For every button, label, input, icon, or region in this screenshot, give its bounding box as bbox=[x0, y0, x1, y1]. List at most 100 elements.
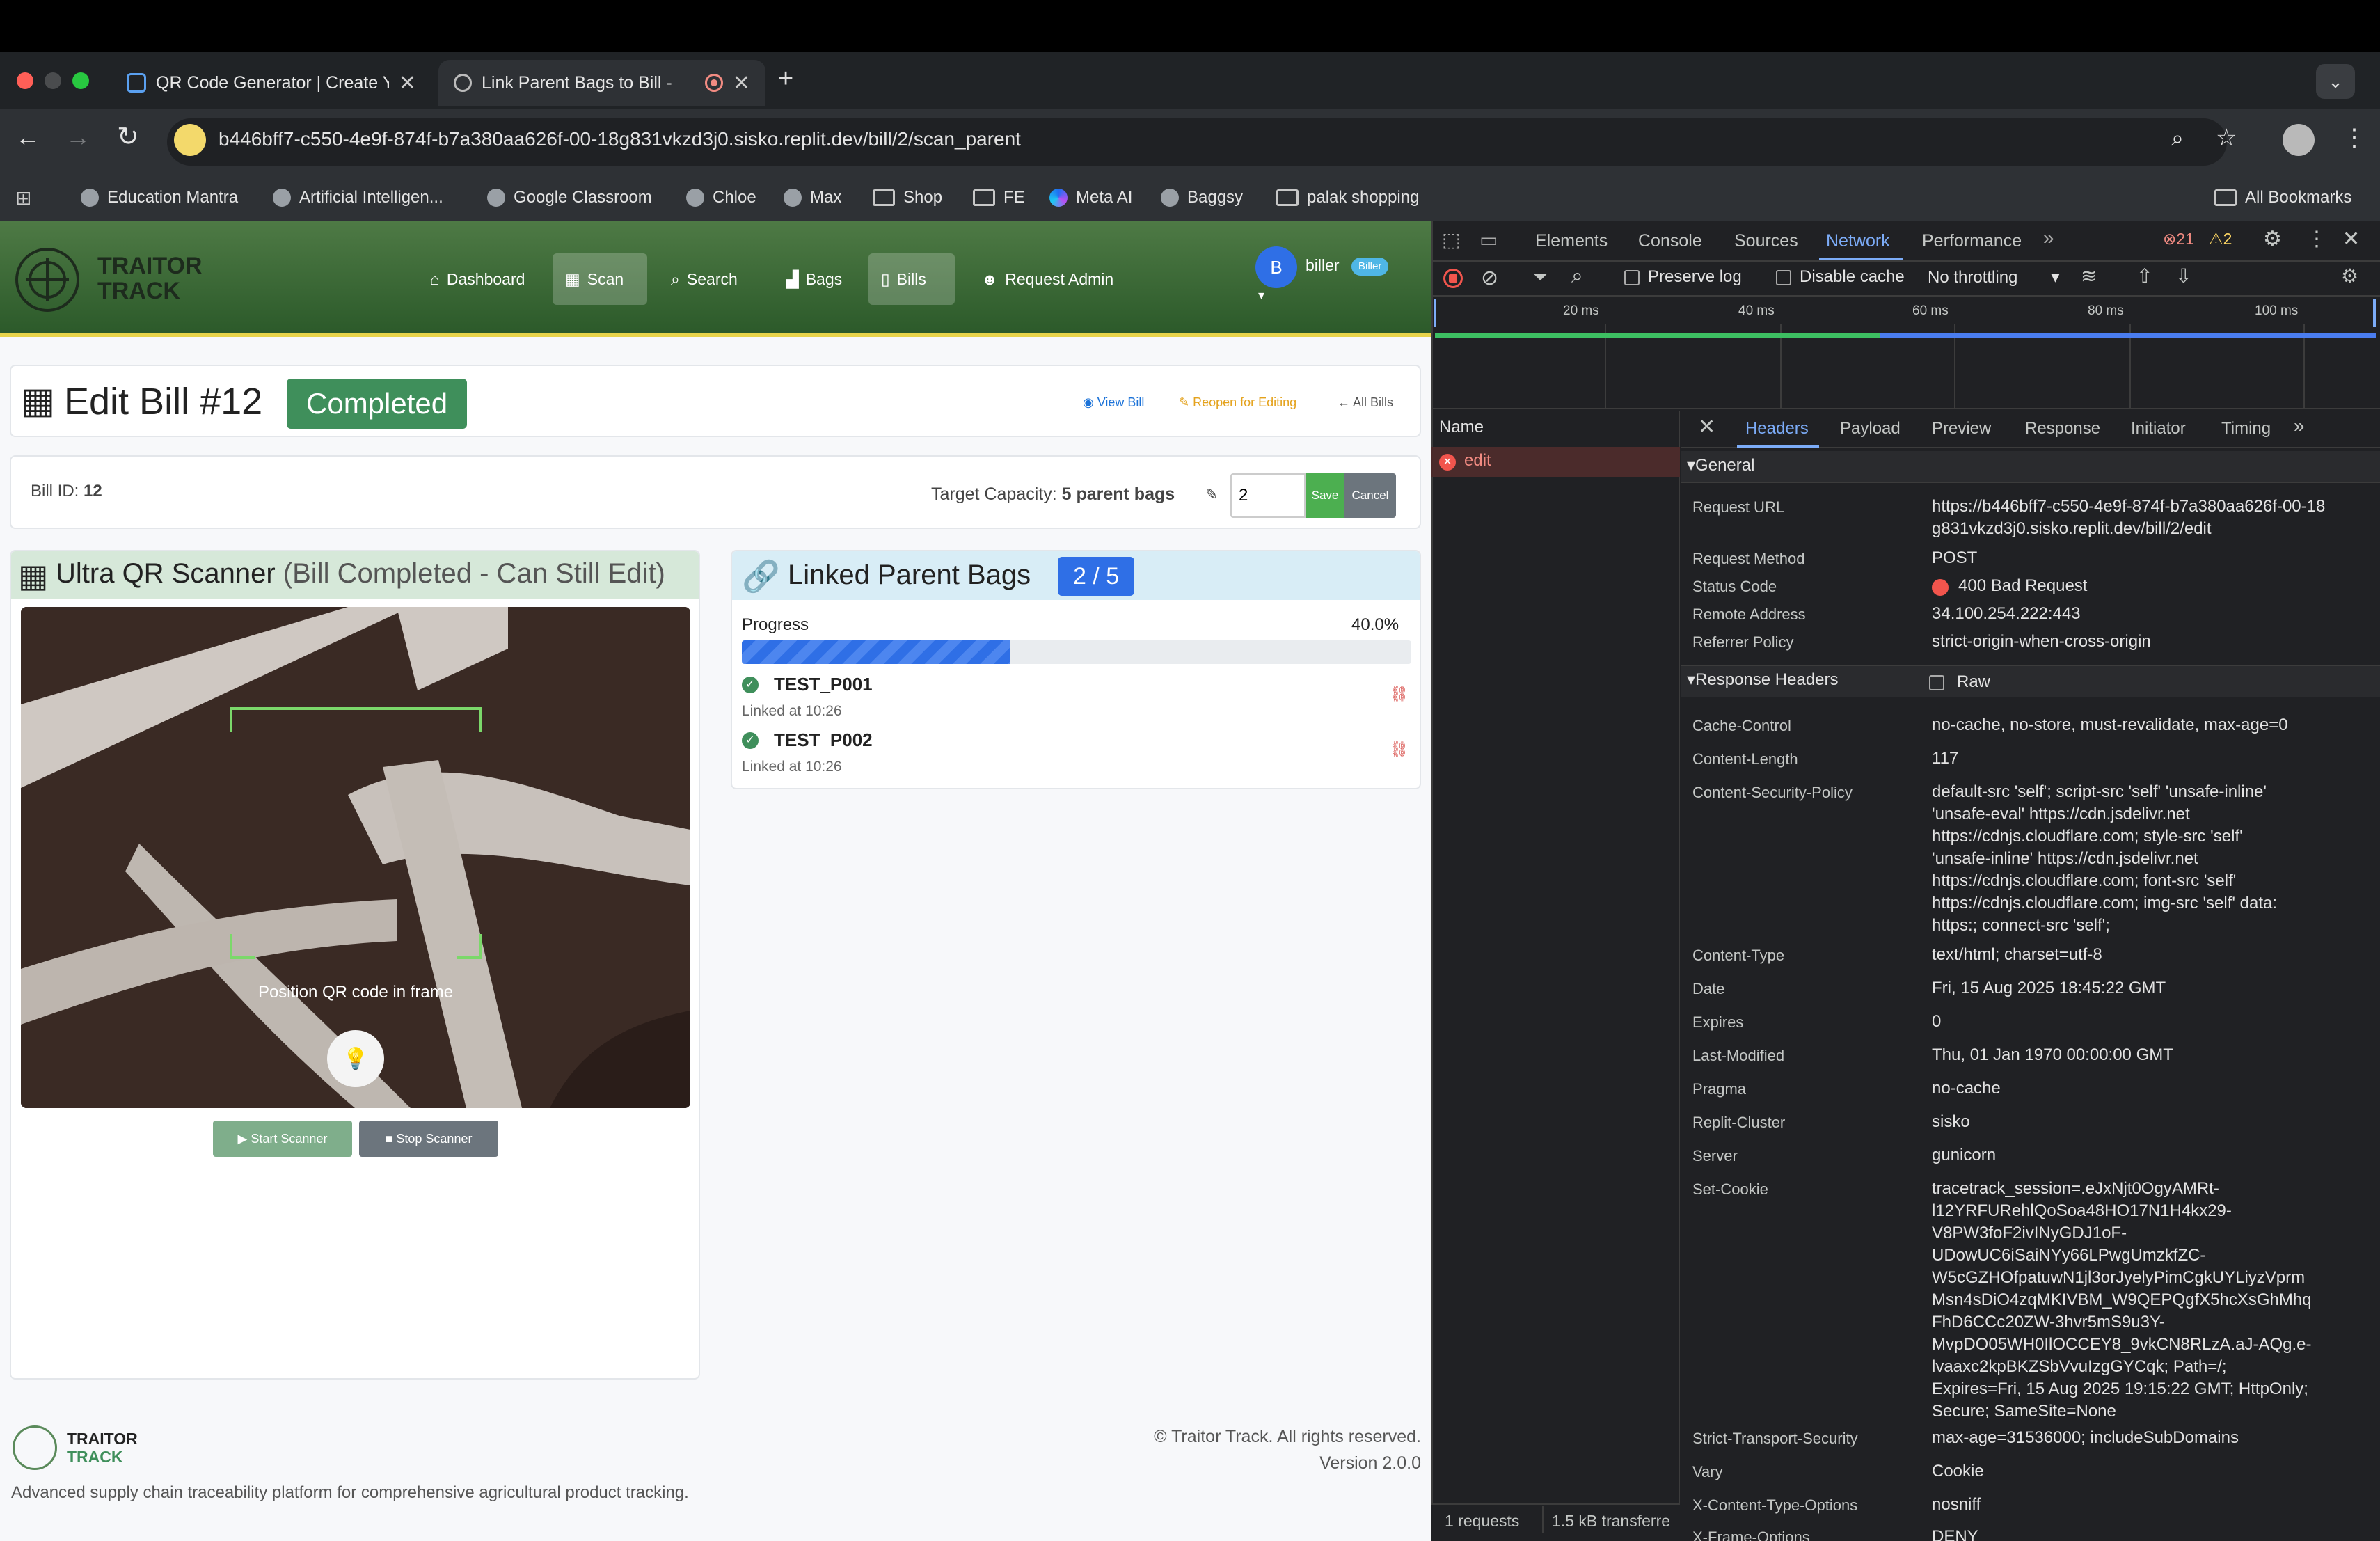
nav-scan[interactable]: ▦ Scan bbox=[553, 253, 647, 305]
apps-grid-icon[interactable]: ⊞ bbox=[15, 187, 31, 210]
tab-search-chevron-icon[interactable]: ⌄ bbox=[2316, 64, 2355, 99]
close-tab-icon[interactable]: ✕ bbox=[733, 71, 750, 95]
close-window-button[interactable] bbox=[17, 72, 33, 89]
user-dropdown-icon[interactable]: ▾ bbox=[1258, 288, 1264, 303]
user-name[interactable]: biller bbox=[1306, 256, 1340, 275]
preserve-log-checkbox[interactable] bbox=[1624, 270, 1640, 285]
reopen-editing-link[interactable]: ✎ Reopen for Editing bbox=[1179, 395, 1296, 410]
request-count: 1 requests bbox=[1445, 1512, 1520, 1530]
reload-icon[interactable]: ↻ bbox=[117, 121, 139, 152]
tab-qr-generator[interactable]: QR Code Generator | Create Y ✕ bbox=[111, 60, 431, 106]
nav-request-admin[interactable]: ☻ Request Admin bbox=[969, 253, 1126, 305]
start-scanner-button[interactable]: ▶ Start Scanner bbox=[213, 1121, 352, 1157]
throttling-value: No throttling bbox=[1928, 268, 2018, 287]
header-key: Server bbox=[1692, 1147, 1738, 1164]
nav-dashboard[interactable]: ⌂ Dashboard bbox=[418, 253, 537, 305]
cancel-button[interactable]: Cancel bbox=[1344, 473, 1396, 518]
bookmark-item[interactable]: Chloe bbox=[686, 185, 756, 210]
devtools-tab-elements[interactable]: Elements bbox=[1535, 231, 1608, 251]
more-detail-tabs-icon[interactable]: » bbox=[2294, 415, 2305, 437]
network-settings-icon[interactable]: ⚙ bbox=[2341, 264, 2358, 287]
detail-tab-headers[interactable]: Headers bbox=[1745, 419, 1809, 438]
close-tab-icon[interactable]: ✕ bbox=[399, 71, 416, 95]
bookmark-item[interactable]: Education Mantra bbox=[81, 185, 238, 210]
url-text[interactable]: b446bff7-c550-4e9f-874f-b7a380aa626f-00-… bbox=[219, 128, 1021, 150]
nav-bills[interactable]: ▯ Bills bbox=[868, 253, 955, 305]
view-bill-link[interactable]: ◉ View Bill bbox=[1083, 395, 1144, 410]
bookmark-item[interactable]: Artificial Intelligen... bbox=[273, 185, 443, 210]
export-har-icon[interactable]: ⇩ bbox=[2175, 264, 2191, 287]
record-stop-icon[interactable] bbox=[1443, 269, 1463, 288]
flashlight-button[interactable]: 💡 bbox=[327, 1030, 384, 1087]
detail-tab-timing[interactable]: Timing bbox=[2221, 419, 2271, 438]
tab-link-parent-bags[interactable]: Link Parent Bags to Bill - ✕ bbox=[438, 60, 765, 106]
zoom-search-icon[interactable]: ⌕ bbox=[2171, 125, 2184, 152]
timeline-handle-right[interactable] bbox=[2373, 299, 2376, 327]
filter-icon[interactable]: ⏷ bbox=[1532, 266, 1548, 289]
all-bills-link[interactable]: ← All Bills bbox=[1338, 395, 1393, 410]
chevron-down-icon: ▾ bbox=[2051, 268, 2060, 287]
back-arrow-icon[interactable]: ← bbox=[15, 123, 40, 152]
general-section-title[interactable]: ▾General bbox=[1687, 455, 1754, 475]
bookmark-star-icon[interactable]: ☆ bbox=[2216, 124, 2237, 152]
bookmark-item[interactable]: Baggsy bbox=[1161, 185, 1243, 210]
devtools-tab-sources[interactable]: Sources bbox=[1734, 231, 1798, 251]
minimize-window-button[interactable] bbox=[45, 72, 61, 89]
site-info-icon[interactable] bbox=[174, 124, 206, 156]
unlink-icon[interactable]: ⛓ bbox=[1389, 741, 1409, 759]
bookmark-folder[interactable]: Shop bbox=[873, 185, 942, 210]
request-name[interactable]: edit bbox=[1464, 451, 1491, 471]
close-devtools-icon[interactable]: ✕ bbox=[2342, 227, 2360, 251]
edit-capacity-icon[interactable]: ✎ bbox=[1205, 486, 1218, 504]
bookmark-label: Education Mantra bbox=[107, 188, 239, 207]
bookmark-folder[interactable]: palak shopping bbox=[1276, 185, 1419, 210]
brand-name[interactable]: TRAITOR TRACK bbox=[97, 253, 202, 303]
save-button[interactable]: Save bbox=[1306, 473, 1344, 518]
inspect-element-icon[interactable]: ⬚ bbox=[1442, 228, 1460, 251]
capacity-input[interactable] bbox=[1230, 473, 1306, 518]
close-detail-icon[interactable]: ✕ bbox=[1698, 415, 1715, 439]
bookmark-item[interactable]: Max bbox=[784, 185, 841, 210]
devtools-menu-icon[interactable]: ⋮ bbox=[2306, 227, 2327, 251]
response-headers-title[interactable]: ▾Response Headers bbox=[1687, 670, 1839, 690]
bookmark-folder[interactable]: FE bbox=[973, 185, 1025, 210]
user-avatar[interactable]: B bbox=[1255, 246, 1297, 288]
detail-tab-preview[interactable]: Preview bbox=[1932, 419, 1991, 438]
camera-view[interactable]: Position QR code in frame 💡 bbox=[21, 607, 690, 1108]
nav-bags[interactable]: ▟ Bags bbox=[774, 253, 855, 305]
detail-tab-payload[interactable]: Payload bbox=[1840, 419, 1901, 438]
new-tab-button[interactable]: + bbox=[778, 64, 793, 94]
name-column-header[interactable]: Name bbox=[1439, 418, 1484, 437]
unlink-icon[interactable]: ⛓ bbox=[1389, 685, 1409, 703]
detail-tab-initiator[interactable]: Initiator bbox=[2131, 419, 2186, 438]
forward-arrow-icon[interactable]: → bbox=[65, 123, 90, 152]
network-conditions-icon[interactable]: ≋ bbox=[2081, 264, 2097, 287]
warning-count[interactable]: ⚠2 bbox=[2209, 230, 2232, 248]
devtools-tab-performance[interactable]: Performance bbox=[1922, 231, 2022, 251]
settings-gear-icon[interactable]: ⚙ bbox=[2263, 227, 2282, 251]
browser-menu-icon[interactable]: ⋮ bbox=[2342, 124, 2366, 152]
detail-tab-response[interactable]: Response bbox=[2025, 419, 2100, 438]
devtools-tab-console[interactable]: Console bbox=[1638, 231, 1702, 251]
more-tabs-icon[interactable]: » bbox=[2043, 227, 2054, 249]
devtools-tab-network[interactable]: Network bbox=[1826, 231, 1890, 251]
import-har-icon[interactable]: ⇧ bbox=[2136, 264, 2152, 287]
zoom-window-button[interactable] bbox=[72, 72, 89, 89]
raw-checkbox[interactable] bbox=[1929, 675, 1944, 690]
brand-logo-icon[interactable] bbox=[15, 248, 79, 312]
stop-scanner-button[interactable]: ■ Stop Scanner bbox=[359, 1121, 498, 1157]
nav-label: Scan bbox=[587, 269, 624, 288]
bookmark-item[interactable]: Meta AI bbox=[1049, 185, 1132, 210]
all-bookmarks-folder[interactable]: All Bookmarks bbox=[2214, 185, 2351, 210]
throttling-select[interactable]: No throttling ▾ bbox=[1928, 267, 2059, 287]
general-section-header[interactable] bbox=[1681, 451, 2380, 483]
timeline-handle-left[interactable] bbox=[1434, 299, 1436, 327]
bookmark-item[interactable]: Google Classroom bbox=[487, 185, 652, 210]
nav-search[interactable]: ⌕ Search bbox=[658, 253, 750, 305]
disable-cache-checkbox[interactable] bbox=[1776, 270, 1791, 285]
error-count[interactable]: ⊗21 bbox=[2163, 230, 2194, 248]
profile-avatar[interactable] bbox=[2283, 124, 2315, 156]
search-icon[interactable]: ⌕ bbox=[1571, 264, 1583, 288]
clear-icon[interactable]: ⊘ bbox=[1481, 266, 1498, 290]
device-toolbar-icon[interactable]: ▭ bbox=[1479, 228, 1498, 251]
